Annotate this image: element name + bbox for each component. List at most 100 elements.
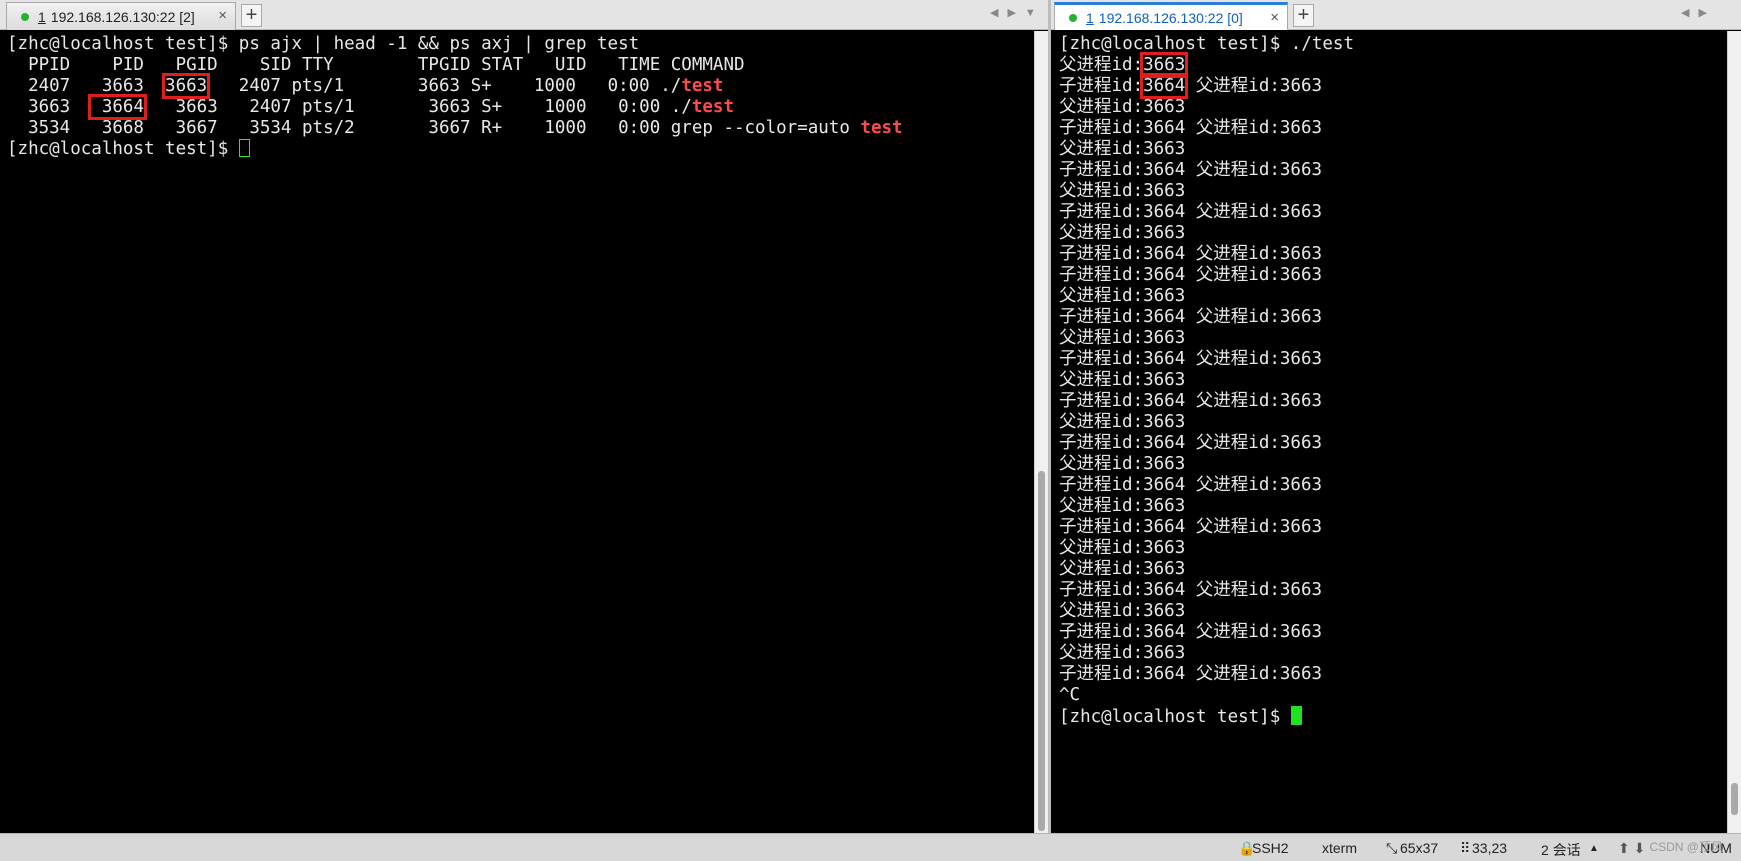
tab-number: 1: [38, 8, 46, 25]
terminal-line: 3534 3668 3667 3534 pts/2 3667 R+ 1000 0…: [7, 118, 1034, 139]
terminal-line: 3663 3664 3663 2407 pts/1 3663 S+ 1000 0…: [7, 94, 1034, 120]
terminal-text: 父进程id:3663: [1059, 286, 1186, 306]
terminal-text: 2407 pts/1 3663 S+ 1000 0:00 ./: [207, 76, 682, 96]
terminal-cursor: [238, 139, 250, 157]
highlighted-value: 3664: [1140, 73, 1189, 99]
terminal-text: 父进程id:3663: [1059, 643, 1186, 663]
terminal-text: 子进程id:3664 父进程id:3663: [1059, 265, 1323, 285]
terminal-text: 2407 3663: [7, 76, 166, 96]
left-terminal-pane: 1 192.168.126.130:22 [2] × + ◀▶▼ [zhc@lo…: [0, 0, 1048, 833]
terminal-text: 父进程id:3663: [1059, 181, 1186, 201]
terminal-line: 父进程id:3663: [1059, 52, 1727, 78]
tab-session-0[interactable]: 1 192.168.126.130:22 [0] ×: [1054, 2, 1288, 30]
terminal-line: ^C: [1059, 685, 1727, 706]
terminal-line: 子进程id:3664 父进程id:3663: [1059, 391, 1727, 412]
terminal-text: 父进程id:3663: [1059, 370, 1186, 390]
close-tab-icon[interactable]: ×: [218, 7, 227, 24]
add-tab-button[interactable]: +: [1293, 4, 1314, 27]
right-scroll-thumb[interactable]: [1731, 783, 1738, 815]
terminal-text: 父进程id:3663: [1059, 496, 1186, 516]
grep-match: test: [691, 97, 735, 117]
terminal-size-status: 65x37: [1400, 840, 1439, 856]
terminal-text: 父进程id:3663: [1059, 559, 1186, 579]
connected-status-icon: [1069, 13, 1077, 22]
terminal-text: 父进程id:3663: [1059, 454, 1186, 474]
terminal-line: 子进程id:3664 父进程id:3663: [1059, 349, 1727, 370]
terminal-line: PPID PID PGID SID TTY TPGID STAT UID TIM…: [7, 55, 1034, 76]
highlighted-value: 3663: [1140, 52, 1189, 78]
terminal-text: 子进程id:3664 父进程id:3663: [1059, 202, 1323, 222]
terminal-text: 3663: [7, 97, 92, 117]
terminal-text: 父进程id:3663: [1059, 601, 1186, 621]
terminal-text: 子进程id:3664 父进程id:3663: [1059, 307, 1323, 327]
terminal-line: [zhc@localhost test]$ ps ajx | head -1 &…: [7, 34, 1034, 55]
terminal-text: ^C: [1059, 685, 1081, 705]
left-terminal-output[interactable]: [zhc@localhost test]$ ps ajx | head -1 &…: [0, 31, 1034, 833]
terminal-text: 子进程id:3664 父进程id:3663: [1059, 160, 1323, 180]
terminal-text: 子进程id:3664 父进程id:3663: [1059, 517, 1323, 537]
terminal-line: 子进程id:3664 父进程id:3663: [1059, 202, 1727, 223]
terminal-line: 父进程id:3663: [1059, 286, 1727, 307]
terminal-line: 父进程id:3663: [1059, 181, 1727, 202]
right-terminal-output[interactable]: [zhc@localhost test]$ ./test 父进程id:3663 子进…: [1051, 31, 1727, 833]
terminal-line: 子进程id:3664 父进程id:3663: [1059, 160, 1727, 181]
terminal-line: 子进程id:3664 父进程id:3663: [1059, 118, 1727, 139]
terminal-text: PPID PID PGID SID TTY TPGID STAT UID TIM…: [7, 55, 745, 75]
right-terminal-pane: 1 192.168.126.130:22 [0] × + ◀▶ [zhc@loc…: [1051, 0, 1741, 833]
terminal-line: 父进程id:3663: [1059, 454, 1727, 475]
terminal-line: 父进程id:3663: [1059, 643, 1727, 664]
watermark: CSDN @顶风: [1649, 840, 1723, 854]
cursor-position-status: 33,23: [1472, 840, 1508, 856]
scroll-nav-icon[interactable]: ⬆ ⬇: [1618, 840, 1645, 857]
terminal-line: 子进程id:3664 父进程id:3663: [1059, 244, 1727, 265]
protocol-status: SSH2: [1252, 840, 1289, 856]
terminal-line: [zhc@localhost test]$: [7, 139, 1034, 160]
terminal-line: 父进程id:3663: [1059, 97, 1727, 118]
connected-status-icon: [21, 12, 29, 21]
terminal-line: 父进程id:3663: [1059, 601, 1727, 622]
terminal-text: 父进程id:3663: [1059, 223, 1186, 243]
tab-title: 192.168.126.130:22 [0]: [1098, 9, 1243, 26]
tab-title: 192.168.126.130:22 [2]: [50, 8, 195, 25]
left-tab-bar: 1 192.168.126.130:22 [2] × + ◀▶▼: [0, 0, 1048, 30]
close-tab-icon[interactable]: ×: [1270, 9, 1279, 26]
highlighted-value: 3664: [88, 94, 147, 120]
terminal-line: 父进程id:3663: [1059, 328, 1727, 349]
grep-match: test: [860, 118, 903, 138]
tab-scroll-arrows-icon[interactable]: ◀▶: [1681, 6, 1716, 19]
terminal-line: [zhc@localhost test]$ ./test: [1059, 34, 1727, 55]
session-count[interactable]: 2 会话: [1541, 840, 1581, 860]
tab-scroll-arrows-icon[interactable]: ◀▶▼: [990, 6, 1045, 19]
terminal-line: 子进程id:3664 父进程id:3663: [1059, 265, 1727, 286]
terminal-line: 子进程id:3664 父进程id:3663: [1059, 517, 1727, 538]
terminal-text: 父进程id:3663: [1185, 76, 1323, 96]
terminal-line: 子进程id:3664 父进程id:3663: [1059, 307, 1727, 328]
terminal-text: 父进程id:3663: [1059, 139, 1186, 159]
terminal-text: 子进程id:3664 父进程id:3663: [1059, 664, 1323, 684]
add-tab-button[interactable]: +: [241, 4, 262, 27]
terminal-text: [zhc@localhost test]$: [1059, 707, 1291, 727]
terminal-type-status: xterm: [1322, 840, 1357, 856]
left-scroll-thumb[interactable]: [1038, 471, 1045, 831]
right-scrollbar[interactable]: [1727, 31, 1741, 833]
terminal-line: 父进程id:3663: [1059, 139, 1727, 160]
tab-session-2[interactable]: 1 192.168.126.130:22 [2] ×: [6, 2, 236, 30]
grep-match: test: [681, 76, 724, 96]
terminal-cursor: [1290, 706, 1302, 725]
terminal-text: 子进程id:3664 父进程id:3663: [1059, 244, 1323, 264]
resize-icon: ⤡: [1386, 840, 1398, 856]
terminal-text: 3534 3668 3667 3534 pts/2 3667 R+ 1000 0…: [7, 118, 861, 138]
terminal-text: [zhc@localhost test]$ ps ajx | head -1 &…: [7, 34, 640, 54]
terminal-line: 2407 3663 3663 2407 pts/1 3663 S+ 1000 0…: [7, 73, 1034, 99]
terminal-text: 子进程id:3664 父进程id:3663: [1059, 391, 1323, 411]
terminal-text: 父进程id:3663: [1059, 97, 1186, 117]
terminal-text: 父进程id:: [1059, 55, 1144, 75]
sessions-menu-icon[interactable]: ▲: [1589, 843, 1599, 854]
terminal-line: 子进程id:3664 父进程id:3663: [1059, 73, 1727, 99]
terminal-text: [zhc@localhost test]$: [7, 139, 239, 159]
terminal-line: 子进程id:3664 父进程id:3663: [1059, 475, 1727, 496]
terminal-line: 父进程id:3663: [1059, 559, 1727, 580]
terminal-line: 子进程id:3664 父进程id:3663: [1059, 622, 1727, 643]
left-scrollbar[interactable]: [1034, 31, 1048, 833]
terminal-line: 子进程id:3664 父进程id:3663: [1059, 433, 1727, 454]
